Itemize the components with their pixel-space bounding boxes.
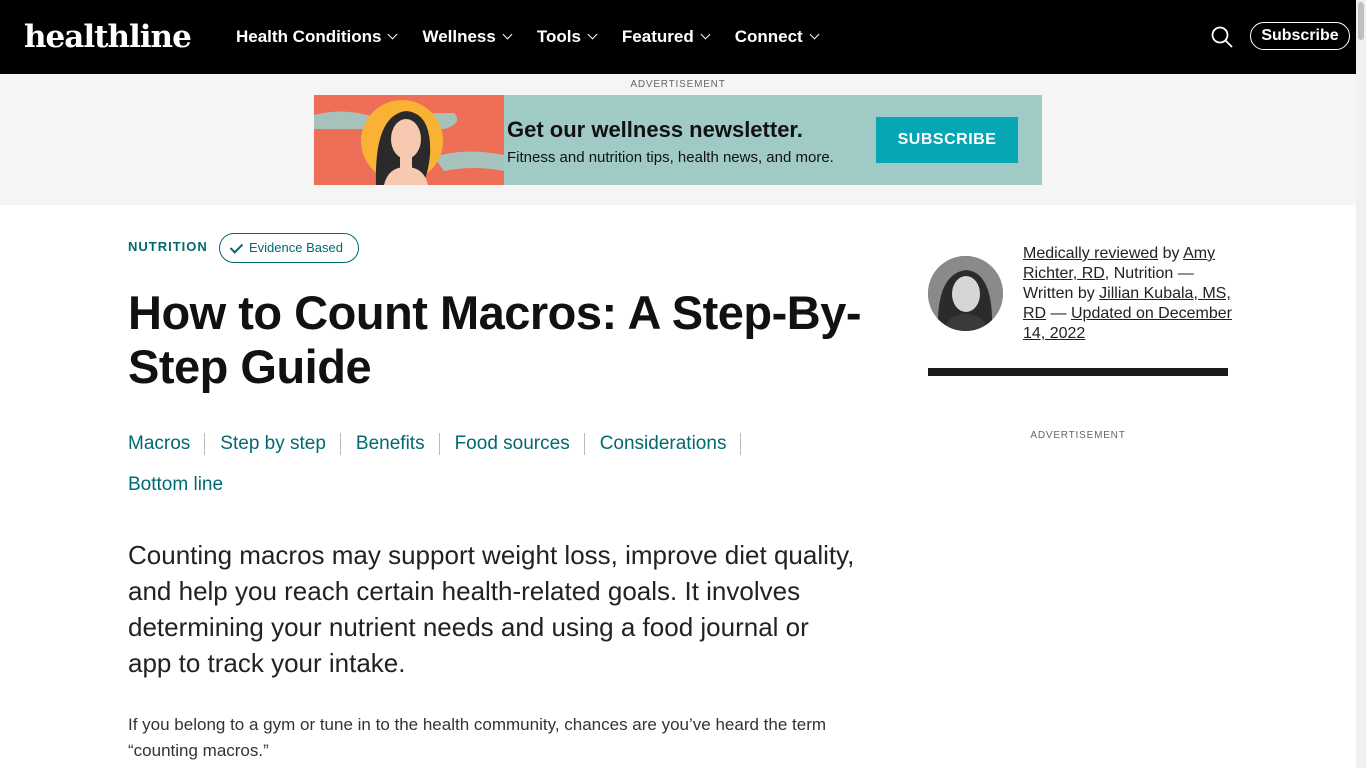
subscribe-button[interactable]: Subscribe [1250, 22, 1350, 50]
article-title: How to Count Macros: A Step-By-Step Guid… [128, 286, 862, 393]
ad-subtext: Fitness and nutrition tips, health news,… [507, 149, 834, 166]
toc-label: Food sources [454, 433, 570, 454]
nav-label: Connect [734, 27, 803, 46]
evidence-based-badge[interactable]: Evidence Based [219, 233, 359, 263]
nav-label: Featured [621, 27, 694, 46]
nav-label: Health Conditions [236, 27, 382, 46]
nav-health-conditions[interactable]: Health Conditions [236, 24, 398, 50]
checkmark-icon [229, 240, 244, 254]
scrollbar-thumb[interactable] [1358, 2, 1364, 40]
table-of-contents: Macros Step by step Benefits Food source… [128, 432, 848, 496]
toc-link-bottom-line[interactable]: Bottom line [128, 473, 223, 496]
chevron-down-icon [388, 29, 398, 40]
chevron-down-icon [502, 29, 513, 40]
article-paragraph: If you belong to a gym or tune in to the… [128, 715, 827, 760]
ad-illustration [314, 95, 504, 185]
sidebar-ad-label: ADVERTISEMENT [1030, 430, 1126, 441]
author-avatar [928, 256, 1003, 331]
nav-label: Wellness [422, 27, 496, 46]
sidebar-divider [928, 368, 1228, 376]
nav-tools[interactable]: Tools [536, 24, 598, 50]
ad-label: ADVERTISEMENT [630, 79, 726, 90]
chevron-down-icon [587, 29, 598, 40]
toc-label: Step by step [220, 433, 326, 454]
main-nav-menu: Health Conditions Wellness Tools Feature… [236, 24, 844, 50]
chevron-down-icon [809, 29, 820, 40]
toc-link-considerations[interactable]: Considerations [600, 432, 757, 455]
article-lede: Counting macros may support weight loss,… [128, 540, 855, 678]
toc-label: Bottom line [128, 474, 224, 495]
toc-separator [740, 432, 742, 455]
chevron-down-icon [700, 29, 711, 40]
medically-reviewed-link[interactable]: Medically reviewed [1023, 245, 1158, 262]
toc-link-food-sources[interactable]: Food sources [455, 432, 600, 455]
nav-connect[interactable]: Connect [734, 24, 820, 50]
toc-label: Benefits [355, 433, 425, 454]
toc-link-benefits[interactable]: Benefits [356, 432, 455, 455]
newsletter-ad-banner[interactable]: Get our wellness newsletter. Fitness and… [314, 95, 1042, 185]
toc-separator [339, 432, 341, 455]
page-scrollbar[interactable] [1356, 0, 1366, 768]
toc-label: Macros [128, 433, 191, 454]
nav-wellness[interactable]: Wellness [422, 24, 513, 50]
category-link[interactable]: NUTRITION [128, 239, 208, 254]
byline-text: by [1158, 245, 1184, 262]
toc-label: Considerations [599, 433, 727, 454]
toc-link-step-by-step[interactable]: Step by step [220, 432, 356, 455]
top-navigation-bar: healthline Health Conditions Wellness To… [0, 0, 1356, 74]
ad-headline: Get our wellness newsletter. [507, 117, 803, 142]
toc-separator [583, 432, 585, 455]
nav-featured[interactable]: Featured [621, 24, 711, 50]
search-icon[interactable] [1210, 25, 1234, 49]
nav-label: Tools [536, 27, 581, 46]
toc-separator [204, 432, 206, 455]
healthline-logo[interactable]: healthline [24, 17, 192, 57]
ad-subscribe-button[interactable]: SUBSCRIBE [876, 117, 1018, 163]
article-byline: Medically reviewed by Amy Richter, RD, N… [1023, 244, 1233, 344]
toc-separator [438, 432, 440, 455]
toc-link-macros[interactable]: Macros [128, 432, 220, 455]
badge-label: Evidence Based [249, 240, 343, 255]
byline-text: — [1046, 305, 1071, 322]
